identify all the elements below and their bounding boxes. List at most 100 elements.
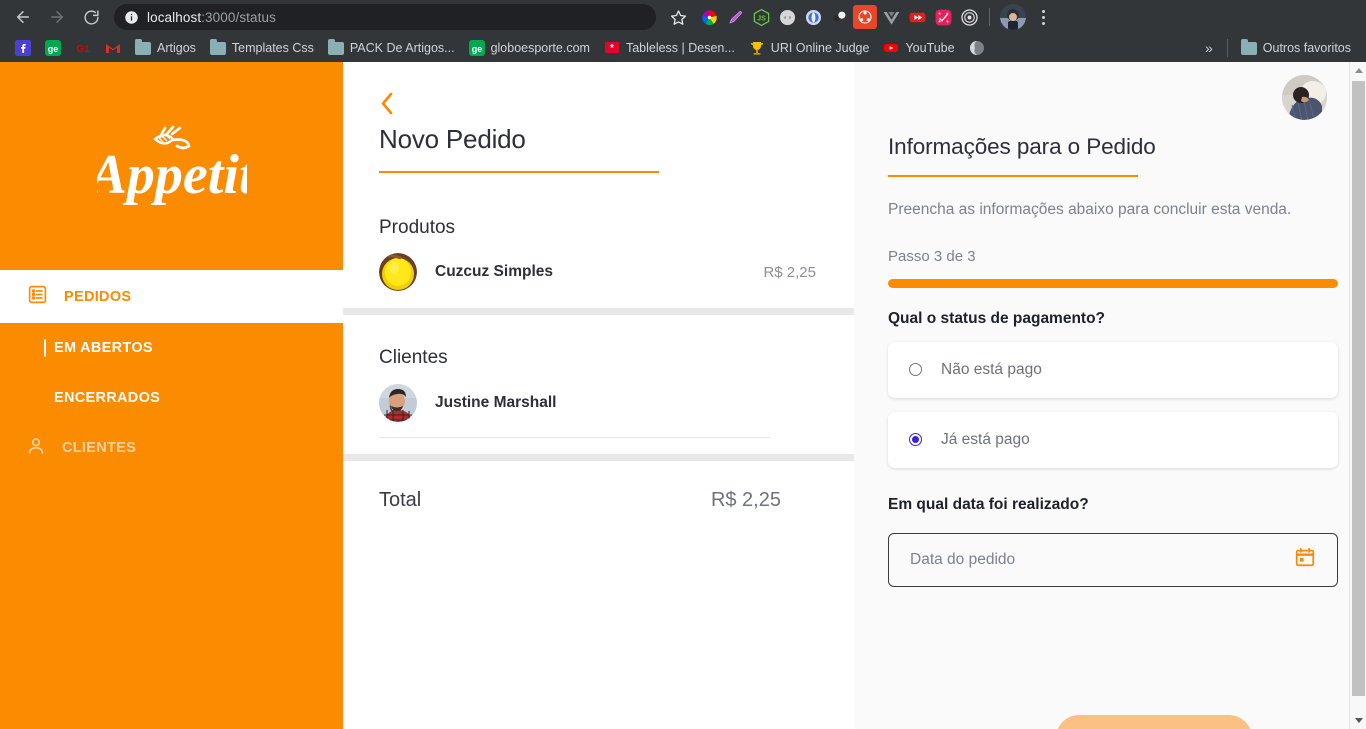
bookmarks-overflow-button[interactable]: » bbox=[1197, 40, 1221, 56]
bookmark-label: Tableless | Desen... bbox=[625, 41, 735, 55]
bookmark-gmail[interactable] bbox=[98, 37, 128, 59]
svg-text:ge: ge bbox=[471, 44, 482, 54]
youtube-icon bbox=[883, 40, 899, 56]
highlighter-icon[interactable] bbox=[723, 5, 747, 29]
back-button-app[interactable] bbox=[379, 90, 405, 116]
person-icon bbox=[25, 435, 47, 462]
logo-wordmark: Appetit bbox=[97, 144, 247, 206]
app-logo: Appetit bbox=[0, 62, 343, 270]
bookmark-facebook[interactable] bbox=[8, 37, 38, 59]
bookmark-artigos[interactable]: Artigos bbox=[128, 37, 203, 59]
bookmark-globe[interactable] bbox=[962, 37, 992, 59]
target-icon[interactable] bbox=[957, 5, 981, 29]
sidebar-item-encerrados[interactable]: ENCERRADOS bbox=[0, 373, 343, 423]
bookmark-pack-de-artigos[interactable]: PACK De Artigos... bbox=[321, 37, 462, 59]
nodejs-icon[interactable]: JS bbox=[749, 5, 773, 29]
redux-icon[interactable] bbox=[853, 5, 877, 29]
scroll-up-arrow[interactable] bbox=[1350, 62, 1366, 79]
discord-icon[interactable] bbox=[775, 5, 799, 29]
wakatime-icon[interactable] bbox=[931, 5, 955, 29]
product-thumbnail bbox=[379, 253, 417, 291]
submit-order-button[interactable] bbox=[1056, 715, 1252, 729]
progress-bar-fill bbox=[888, 278, 1338, 288]
globo-esporte-icon: ge bbox=[45, 40, 61, 56]
total-value: R$ 2,25 bbox=[710, 488, 781, 511]
user-avatar[interactable] bbox=[1282, 75, 1327, 120]
address-bar[interactable]: localhost:3000/status bbox=[114, 4, 656, 30]
list-icon bbox=[27, 284, 48, 310]
video-speed-icon[interactable] bbox=[905, 5, 929, 29]
date-input-placeholder: Data do pedido bbox=[910, 550, 1016, 568]
radio-checked-icon[interactable] bbox=[909, 433, 922, 447]
facebook-icon bbox=[15, 40, 31, 56]
product-price: R$ 2,25 bbox=[763, 263, 816, 281]
profile-avatar[interactable] bbox=[1000, 4, 1026, 30]
sidebar-item-clientes[interactable]: CLIENTES bbox=[0, 423, 343, 473]
bookmarks-divider bbox=[1226, 39, 1228, 57]
page-scrollbar[interactable] bbox=[1349, 62, 1366, 729]
bookmark-star-icon[interactable] bbox=[663, 3, 693, 31]
folder-icon bbox=[1240, 38, 1257, 56]
sidebar-item-pedidos[interactable]: PEDIDOS bbox=[0, 270, 343, 323]
sidebar-item-label: EM ABERTOS bbox=[54, 340, 153, 356]
react-devtools-icon[interactable] bbox=[827, 5, 851, 29]
chrome-menu-icon[interactable] bbox=[1030, 3, 1056, 31]
moon-icon[interactable] bbox=[801, 5, 825, 29]
payment-option-ja-pago[interactable]: Já está pago bbox=[888, 411, 1338, 468]
bookmark-label: PACK De Artigos... bbox=[349, 41, 455, 55]
colorzilla-icon[interactable] bbox=[697, 5, 721, 29]
section-divider bbox=[343, 308, 854, 315]
client-row-rule bbox=[379, 437, 770, 438]
back-button[interactable] bbox=[9, 3, 37, 31]
client-row[interactable]: Justine Marshall bbox=[379, 369, 854, 437]
sidebar-item-em-abertos[interactable]: EM ABERTOS bbox=[0, 323, 343, 373]
bookmark-label: Templates Css bbox=[231, 41, 314, 55]
app-root: Appetit PEDIDOS EM ABERTOS ENCERRADOS CL… bbox=[0, 62, 1366, 729]
sidebar: Appetit PEDIDOS EM ABERTOS ENCERRADOS CL… bbox=[0, 62, 343, 729]
bookmark-globoesporte[interactable]: ge globoesporte.com bbox=[462, 37, 597, 59]
vue-devtools-icon[interactable] bbox=[879, 5, 903, 29]
bookmark-label: globoesporte.com bbox=[490, 41, 590, 55]
bookmarks-overflow: » Outros favoritos bbox=[1197, 37, 1358, 59]
scrollbar-thumb[interactable] bbox=[1352, 81, 1365, 696]
bookmark-uri-online-judge[interactable]: URI Online Judge bbox=[742, 37, 877, 59]
site-info-icon[interactable] bbox=[124, 10, 139, 25]
bookmark-youtube[interactable]: YouTube bbox=[876, 37, 961, 59]
bookmark-templates-css[interactable]: Templates Css bbox=[203, 37, 321, 59]
title-underline bbox=[379, 171, 659, 173]
sidebar-item-label: CLIENTES bbox=[62, 440, 137, 456]
sidebar-item-label: PEDIDOS bbox=[64, 288, 132, 305]
scroll-down-arrow[interactable] bbox=[1350, 712, 1366, 729]
browser-chrome: localhost:3000/status JS ge G1 Artigos T… bbox=[0, 0, 1366, 62]
radio-unchecked-icon[interactable] bbox=[909, 363, 922, 377]
url-text: localhost:3000/status bbox=[147, 9, 276, 25]
bookmark-globoesporte-ico[interactable]: ge bbox=[38, 37, 68, 59]
forward-button[interactable] bbox=[43, 3, 71, 31]
panel-title: Informações para o Pedido bbox=[888, 134, 1156, 159]
total-label: Total bbox=[379, 488, 422, 511]
product-name: Cuzcuz Simples bbox=[435, 263, 553, 280]
calendar-icon[interactable] bbox=[1294, 546, 1316, 573]
products-heading: Produtos bbox=[379, 217, 456, 238]
bookmarks-bar: ge G1 Artigos Templates Css PACK De Arti… bbox=[0, 34, 1366, 62]
gmail-icon bbox=[105, 40, 121, 56]
reload-button[interactable] bbox=[77, 3, 105, 31]
step-indicator: Passo 3 de 3 bbox=[888, 247, 976, 265]
panel-subtitle: Preencha as informações abaixo para conc… bbox=[888, 201, 1292, 218]
total-row: Total R$ 2,25 bbox=[379, 461, 854, 539]
progress-bar bbox=[888, 278, 1338, 288]
other-bookmarks-label: Outros favoritos bbox=[1262, 41, 1351, 55]
payment-option-nao-pago[interactable]: Não está pago bbox=[888, 341, 1338, 398]
payment-option-label: Já está pago bbox=[941, 430, 1030, 448]
other-bookmarks-button[interactable]: Outros favoritos bbox=[1234, 37, 1358, 59]
order-detail-column: Novo Pedido Produtos Cuzcuz Simples R$ 2… bbox=[343, 62, 854, 729]
browser-toolbar: localhost:3000/status JS bbox=[0, 0, 1366, 34]
extension-icons: JS bbox=[697, 3, 1056, 31]
bookmark-tableless[interactable]: * Tableless | Desen... bbox=[597, 37, 742, 59]
client-name: Justine Marshall bbox=[435, 394, 557, 411]
bookmark-g1[interactable]: G1 bbox=[68, 37, 98, 59]
globo-esporte-icon: ge bbox=[468, 40, 485, 56]
folder-icon bbox=[135, 38, 151, 56]
product-row[interactable]: Cuzcuz Simples R$ 2,25 bbox=[379, 239, 854, 305]
date-input[interactable]: Data do pedido bbox=[888, 532, 1338, 587]
